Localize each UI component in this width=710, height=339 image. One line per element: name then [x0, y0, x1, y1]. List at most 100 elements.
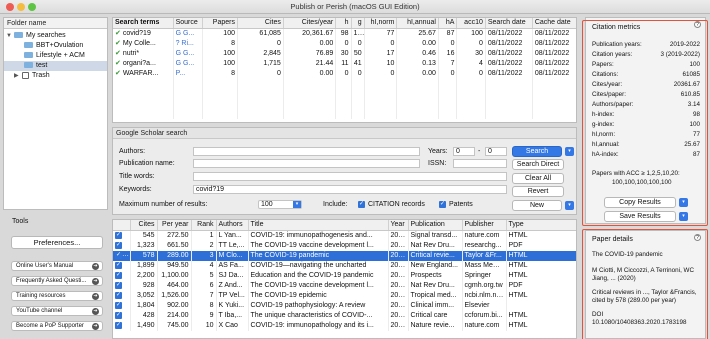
- years-to-input[interactable]: 0: [485, 147, 507, 156]
- col-cites-year[interactable]: Cites/year: [283, 18, 337, 29]
- search-row[interactable]: ✔ covid?19 G G... 100 61,085 20,361.67 98 1...…: [113, 28, 576, 39]
- faq-button[interactable]: Frequently Asked Questi... ➜: [11, 276, 103, 286]
- col-h[interactable]: h: [335, 18, 352, 29]
- result-cell: 949.50: [157, 261, 192, 271]
- folder-trash[interactable]: ▶ Trash: [4, 71, 107, 81]
- result-cell: Nature revie...: [408, 321, 463, 331]
- folder-test[interactable]: test: [4, 61, 107, 71]
- result-select-cell[interactable]: ✓h: [113, 230, 131, 241]
- result-select-cell[interactable]: ✓h: [113, 251, 131, 261]
- search-cell: 08/11/2022: [532, 49, 576, 59]
- disclosure-open-icon[interactable]: ▼: [6, 31, 14, 41]
- disclosure-closed-icon[interactable]: ▶: [14, 71, 22, 81]
- result-select-cell[interactable]: ✓h: [113, 261, 131, 271]
- max-results-select[interactable]: 100 ▾: [258, 200, 302, 209]
- authors-input[interactable]: [193, 147, 420, 156]
- zoom-window-button[interactable]: [28, 3, 36, 11]
- result-select-cell[interactable]: ✓h: [113, 281, 131, 291]
- clear-all-button[interactable]: Clear All: [512, 173, 564, 184]
- result-select-cell[interactable]: ✓h: [113, 241, 131, 251]
- become-supporter-button[interactable]: Become a PoP Supporter ➜: [11, 321, 103, 331]
- result-row[interactable]: ✓h1,899949.504AS Fa...COVID-19—navigatin…: [113, 261, 576, 271]
- col-rank[interactable]: Rank: [191, 220, 217, 231]
- patents-checkbox[interactable]: ✓: [439, 201, 446, 208]
- col-papers[interactable]: Papers: [202, 18, 238, 29]
- col-cites[interactable]: Cites: [130, 220, 158, 231]
- result-checkbox[interactable]: ✓: [115, 241, 122, 249]
- col-hi-norm[interactable]: hI,norm: [364, 18, 398, 29]
- folder-lifestyle-acm[interactable]: Lifestyle + ACM: [4, 51, 107, 61]
- result-row[interactable]: ✓h428214.009T Iba,...The unique characte…: [113, 311, 576, 321]
- result-checkbox[interactable]: ✓: [115, 301, 122, 309]
- search-terms-cell: organi?a...: [122, 60, 156, 67]
- result-checkbox[interactable]: ✓: [115, 271, 122, 279]
- result-row[interactable]: ✓h545272.501L Yan...COVID-19: immunopath…: [113, 230, 576, 241]
- publication-input[interactable]: [193, 159, 420, 168]
- col-per-year[interactable]: Per year: [157, 220, 192, 231]
- training-resources-button[interactable]: Training resources ➜: [11, 291, 103, 301]
- result-row[interactable]: ✓h1,490745.0010X CaoCOVID-19: immunopath…: [113, 321, 576, 331]
- result-cell: [506, 301, 576, 311]
- youtube-channel-button[interactable]: YouTube channel ➜: [11, 306, 103, 316]
- online-manual-button[interactable]: Online User's Manual ➜: [11, 261, 103, 271]
- col-acc10[interactable]: acc10: [456, 18, 486, 29]
- result-row[interactable]: ✓h1,804902.008K Yuki...COVID-19 pathophy…: [113, 301, 576, 311]
- search-cell: 30: [456, 49, 486, 59]
- result-checkbox[interactable]: ✓: [115, 251, 122, 259]
- minimize-window-button[interactable]: [17, 3, 25, 11]
- revert-button[interactable]: Revert: [512, 186, 564, 197]
- result-cell: Tropical med...: [408, 291, 463, 301]
- col-type[interactable]: Type: [506, 220, 576, 231]
- result-select-cell[interactable]: ✓h: [113, 321, 131, 331]
- result-select-cell[interactable]: ✓h: [113, 301, 131, 311]
- search-menu-chevron-icon[interactable]: ▾: [565, 147, 574, 156]
- citation-records-label: CITATION records: [368, 201, 425, 208]
- search-row[interactable]: ✔ nutri* G G... 100 2,845 76.89 30 50 17 0.46 16 3…: [113, 49, 576, 59]
- result-row[interactable]: ✓h928464.006Z And...The COVID-19 vaccine…: [113, 281, 576, 291]
- col-cache-date[interactable]: Cache date: [532, 18, 576, 29]
- years-from-input[interactable]: 0: [453, 147, 475, 156]
- col-publisher[interactable]: Publisher: [462, 220, 507, 231]
- col-year[interactable]: Year: [388, 220, 409, 231]
- result-checkbox[interactable]: ✓: [115, 281, 122, 289]
- col-publication[interactable]: Publication: [408, 220, 463, 231]
- new-menu-chevron-icon[interactable]: ▾: [565, 201, 574, 210]
- result-row[interactable]: ✓h2,2001,100.005SJ Da...Education and th…: [113, 271, 576, 281]
- search-direct-button[interactable]: Search Direct: [512, 159, 564, 170]
- result-select-cell[interactable]: ✓h: [113, 291, 131, 301]
- col-title[interactable]: Title: [248, 220, 389, 231]
- col-ha[interactable]: hA: [438, 18, 458, 29]
- new-button[interactable]: New: [512, 200, 562, 211]
- result-cell: L Yan...: [216, 230, 249, 241]
- col-select[interactable]: [113, 220, 131, 231]
- col-source[interactable]: Source: [173, 18, 204, 29]
- search-button[interactable]: Search: [512, 146, 562, 157]
- result-select-cell[interactable]: ✓h: [113, 311, 131, 321]
- search-row[interactable]: ✔ organi?a... G G... 100 1,715 21.44 11 41 10 0.…: [113, 59, 576, 69]
- col-search-terms[interactable]: Search terms: [113, 18, 174, 29]
- result-checkbox[interactable]: ✓: [115, 231, 122, 239]
- result-row[interactable]: ✓h578289.003M Clo...The COVID-19 pandemi…: [113, 251, 576, 261]
- result-select-cell[interactable]: ✓h: [113, 271, 131, 281]
- col-authors[interactable]: Authors: [216, 220, 249, 231]
- result-row[interactable]: ✓h1,323661.502TT Le,...The COVID-19 vacc…: [113, 241, 576, 251]
- result-checkbox[interactable]: ✓: [115, 291, 122, 299]
- title-words-input[interactable]: [193, 172, 507, 181]
- close-window-button[interactable]: [6, 3, 14, 11]
- col-g[interactable]: g: [351, 18, 365, 29]
- col-hi-annual[interactable]: hI,annual: [396, 18, 439, 29]
- issn-input[interactable]: [453, 159, 507, 168]
- folder-my-searches[interactable]: ▼ My searches: [4, 31, 107, 41]
- result-checkbox[interactable]: ✓: [115, 311, 122, 319]
- result-checkbox[interactable]: ✓: [115, 261, 122, 269]
- col-search-date[interactable]: Search date: [485, 18, 533, 29]
- result-checkbox[interactable]: ✓: [115, 321, 122, 329]
- search-row[interactable]: ✔ WARFAR... P... 8 0 0.00 0 0 0 0.00 0 0 08/11/2022…: [113, 69, 576, 79]
- search-row[interactable]: ✔ My Colle...? Ri... 8 0 0.00 0 0 0 0.00 0 0 08/11…: [113, 39, 576, 49]
- result-row[interactable]: ✓h3,0521,526.007TP Vel...The COVID-19 ep…: [113, 291, 576, 301]
- col-cites[interactable]: Cites: [237, 18, 284, 29]
- citation-records-checkbox[interactable]: ✓: [358, 201, 365, 208]
- preferences-button[interactable]: Preferences...: [11, 236, 103, 249]
- folder-bbt-ovulation[interactable]: BBT+Ovulation: [4, 41, 107, 51]
- keywords-input[interactable]: covid?19: [193, 185, 507, 194]
